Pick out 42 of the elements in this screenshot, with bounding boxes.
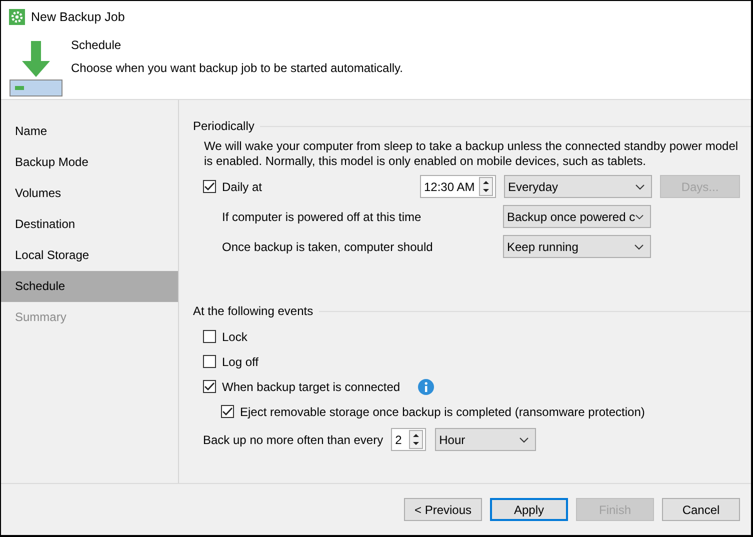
checkbox-label: Daily at [222, 178, 262, 196]
sidebar-item[interactable]: Local Storage [1, 240, 178, 271]
chevron-down-icon [519, 436, 530, 442]
time-field[interactable]: 12:30 AM [420, 175, 496, 198]
dropdown[interactable]: Hour [435, 428, 536, 451]
dialog-button[interactable]: < Previous [404, 498, 482, 521]
setting-label: Once backup is taken, computer should [222, 238, 434, 256]
chevron-down-icon [634, 244, 644, 250]
dropdown[interactable]: Everyday [504, 175, 652, 198]
spinner-arrows-icon[interactable] [409, 430, 424, 449]
gear-icon [9, 9, 25, 25]
chevron-down-icon [635, 184, 645, 190]
chevron-down-icon [635, 214, 644, 220]
group-heading: Periodically [193, 118, 254, 135]
dialog-button[interactable]: Cancel [662, 498, 740, 521]
sidebar-item[interactable]: Name [1, 116, 178, 147]
group-heading: At the following events [193, 303, 314, 320]
checkbox[interactable] [203, 380, 216, 393]
description-text: We will wake your computer from sleep to take a backup unless the connected standby power model is enabled. Normally, this model is only enabled on mobile devices, such as tablets. [204, 139, 740, 169]
checkbox[interactable] [203, 180, 216, 193]
dropdown[interactable]: Backup once powered c [503, 205, 651, 228]
dialog-button[interactable]: Apply [490, 498, 568, 521]
page-subtitle: Choose when you want backup job to be started automatically. [71, 60, 403, 77]
backup-drive-icon [9, 41, 63, 97]
checkbox-label: Log off [222, 354, 258, 370]
setting-label: If computer is powered off at this time [222, 208, 422, 226]
page-title: Schedule [71, 37, 122, 54]
spinner-arrows-icon[interactable] [479, 177, 493, 196]
checkbox-label: Lock [222, 328, 248, 346]
sidebar-item[interactable]: Schedule [1, 271, 178, 302]
checkbox[interactable] [203, 330, 216, 343]
sidebar-item[interactable]: Destination [1, 209, 178, 240]
setting-label: Back up no more often than every [203, 432, 384, 448]
sidebar-item[interactable]: Backup Mode [1, 147, 178, 178]
checkbox[interactable] [221, 405, 234, 418]
window-title: New Backup Job [31, 8, 125, 26]
checkbox-label: When backup target is connected [222, 378, 400, 396]
checkbox-label: Eject removable storage once backup is completed (ransomware protection) [240, 404, 645, 420]
checkbox[interactable] [203, 355, 216, 368]
dropdown[interactable]: Keep running [503, 235, 651, 258]
sidebar-item[interactable]: Volumes [1, 178, 178, 209]
number-field[interactable]: 2 [391, 428, 426, 451]
